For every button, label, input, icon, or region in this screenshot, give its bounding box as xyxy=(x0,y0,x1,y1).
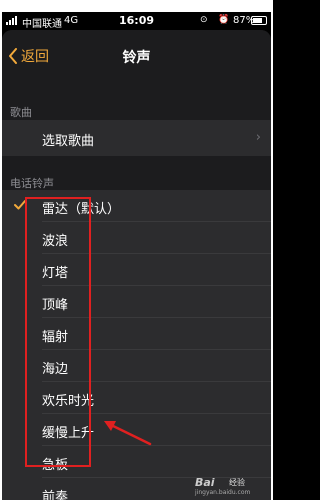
section-header-ringtones: 电话铃声 xyxy=(10,177,54,190)
section-header-songs: 歌曲 xyxy=(10,106,32,119)
page-title: 铃声 xyxy=(122,50,151,66)
watermark-url: jingyan.baidu.com xyxy=(195,489,251,496)
battery-icon xyxy=(251,16,267,25)
chevron-right-icon: › xyxy=(255,130,261,145)
pick-song-row[interactable]: 选取歌曲 › xyxy=(2,120,271,156)
screenshot-frame-right xyxy=(271,0,273,500)
watermark-text: 经验 xyxy=(229,478,245,487)
alarm-icon: ⏰ xyxy=(218,15,230,25)
pick-song-label: 选取歌曲 xyxy=(42,134,95,149)
navigation-bar: 返回 铃声 xyxy=(2,30,271,80)
watermark-logo: Bai xyxy=(195,476,215,489)
status-bar: 中国联通 4G 16:09 ⊙ ⏰ 87% xyxy=(2,12,271,30)
orientation-lock-icon: ⊙ xyxy=(200,15,208,25)
screenshot-frame-top xyxy=(0,0,273,12)
highlight-box xyxy=(25,197,91,467)
ringtone-label: 前奏 xyxy=(42,490,69,500)
watermark: Bai 经验 jingyan.baidu.com xyxy=(195,476,269,496)
status-time: 16:09 xyxy=(118,14,154,27)
annotation-arrow-icon xyxy=(104,421,152,446)
